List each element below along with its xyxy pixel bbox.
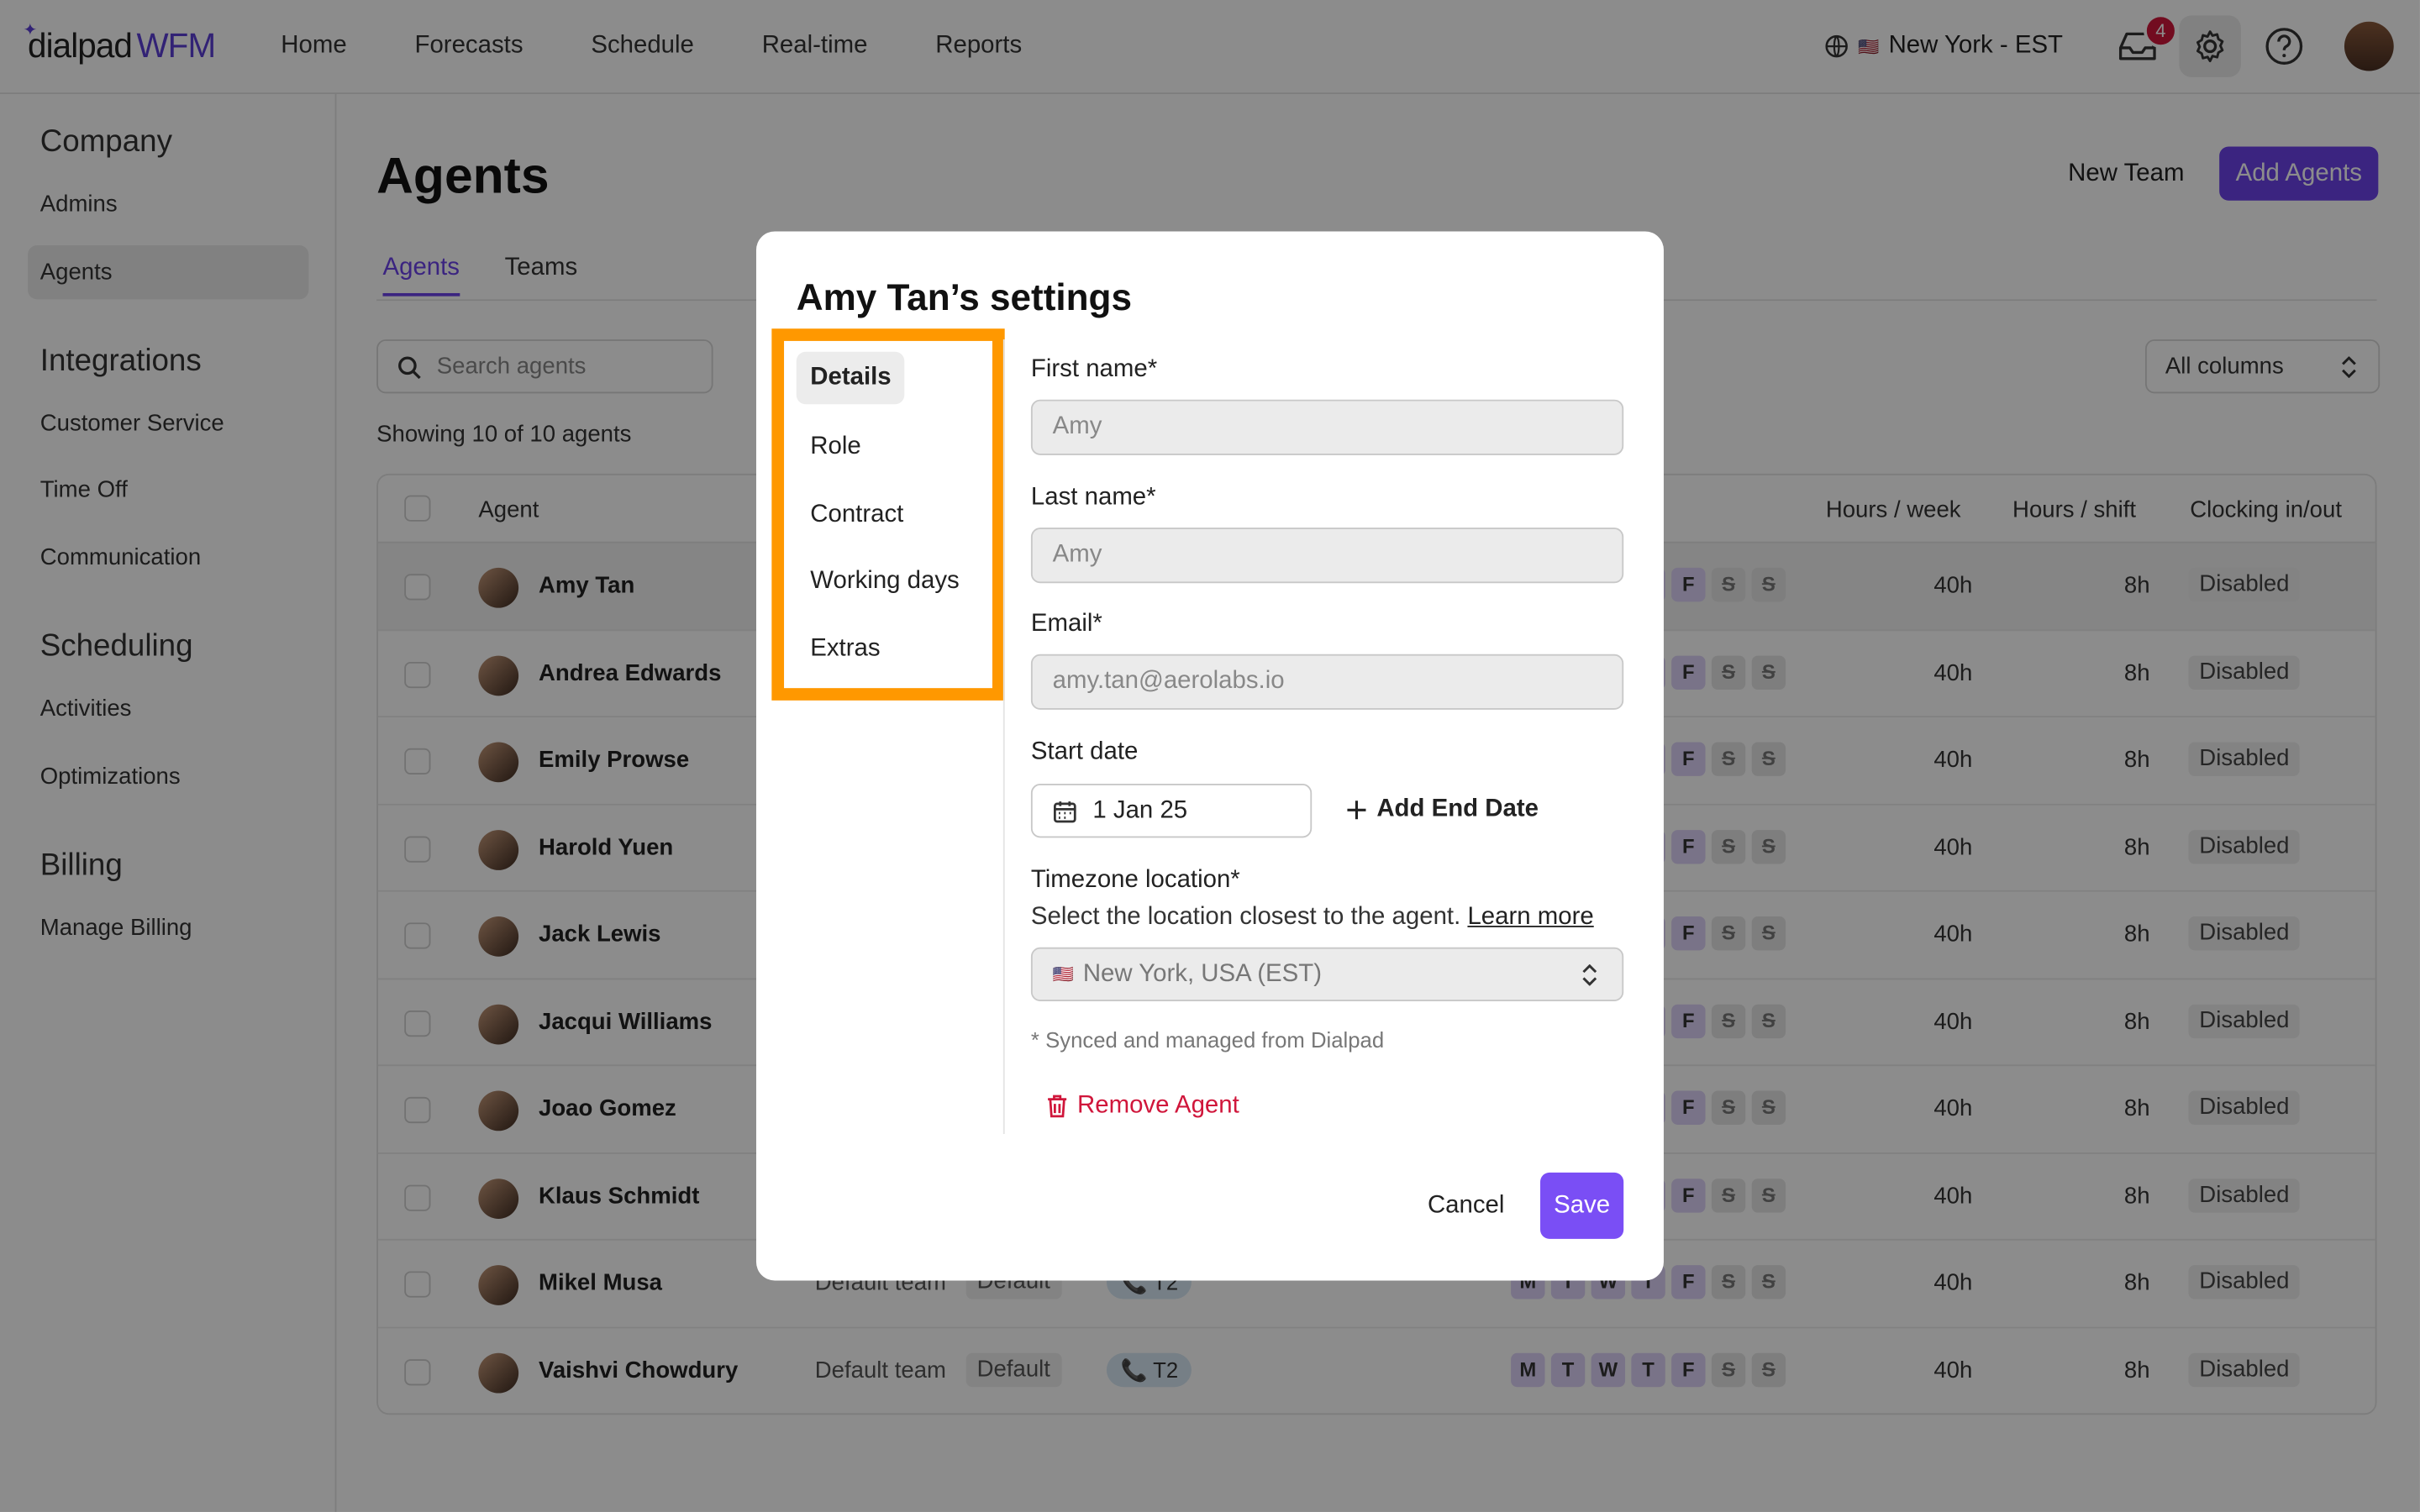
save-button[interactable]: Save — [1540, 1172, 1624, 1239]
first-name-label: First name* — [1030, 356, 1158, 383]
start-date-label: Start date — [1030, 738, 1139, 766]
remove-agent-button[interactable]: Remove Agent — [1046, 1092, 1239, 1120]
email-field[interactable]: amy.tan@aerolabs.io — [1030, 654, 1624, 710]
divider — [1002, 339, 1005, 1134]
chevron-updown-icon — [1582, 963, 1597, 985]
settings-nav-extras[interactable]: Extras — [810, 636, 880, 664]
add-end-date-button[interactable]: Add End Date — [1346, 796, 1539, 824]
timezone-label: Timezone location* — [1030, 867, 1240, 894]
last-name-field[interactable]: Amy — [1030, 528, 1624, 584]
plus-icon — [1347, 801, 1366, 820]
modal-title: Amy Tan’s settings — [796, 277, 1133, 320]
learn-more-link[interactable]: Learn more — [1467, 904, 1593, 930]
settings-nav-details[interactable]: Details — [796, 351, 906, 405]
synced-note: * Synced and managed from Dialpad — [1030, 1027, 1385, 1053]
start-date-field[interactable]: 1 Jan 25 — [1030, 784, 1313, 838]
settings-nav-role[interactable]: Role — [810, 433, 860, 461]
calendar-icon — [1054, 801, 1076, 822]
settings-nav-working-days[interactable]: Working days — [810, 568, 959, 596]
first-name-field[interactable]: Amy — [1030, 399, 1624, 455]
timezone-help: Select the location closest to the agent… — [1030, 904, 1594, 931]
trash-icon — [1048, 1095, 1067, 1118]
agent-settings-modal: Amy Tan’s settings Details Role Contract… — [755, 231, 1664, 1281]
timezone-select[interactable]: 🇺🇸 New York, USA (EST) — [1030, 947, 1624, 1002]
us-flag-icon: 🇺🇸 — [1052, 965, 1074, 984]
cancel-button[interactable]: Cancel — [1428, 1193, 1504, 1221]
settings-nav-contract[interactable]: Contract — [810, 501, 903, 529]
last-name-label: Last name* — [1030, 484, 1156, 511]
email-label: Email* — [1030, 611, 1102, 638]
